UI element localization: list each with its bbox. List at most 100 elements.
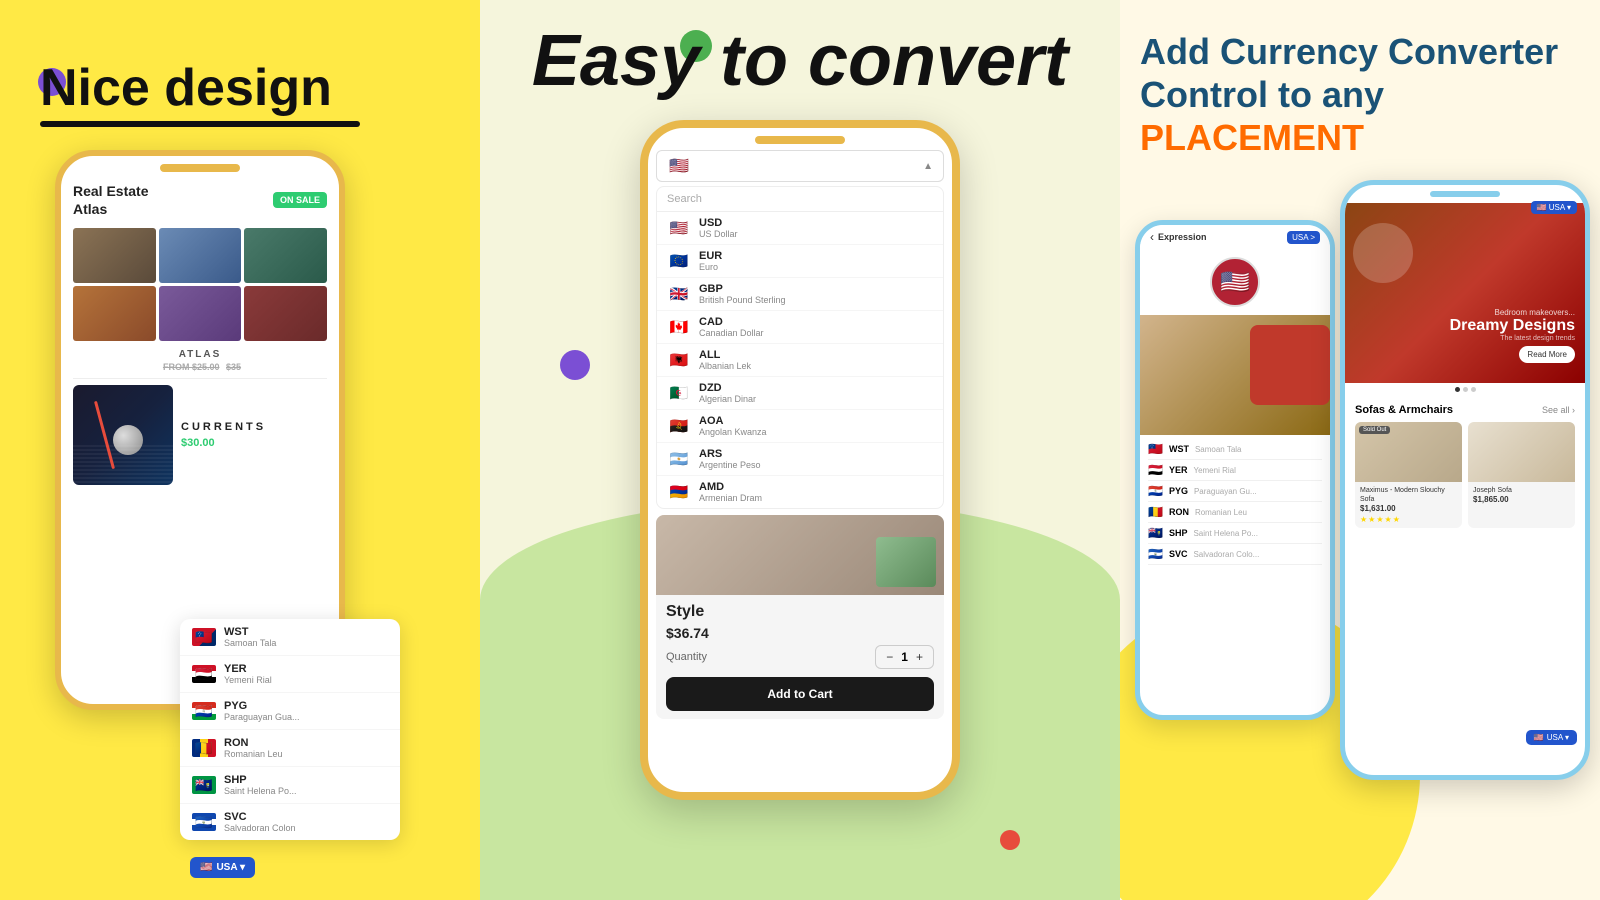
- list-item-cad[interactable]: 🇨🇦 CAD Canadian Dollar: [657, 311, 943, 344]
- album-art-lines: [73, 445, 173, 485]
- quantity-control[interactable]: − 1 +: [875, 645, 934, 669]
- currents-price: $30.00: [181, 437, 215, 449]
- svc-code: SVC: [224, 811, 296, 823]
- list-item-ars[interactable]: 🇦🇷 ARS Argentine Peso: [657, 443, 943, 476]
- atlas-price-old: $35: [226, 362, 241, 372]
- usa-badge-left[interactable]: USA >: [1287, 231, 1320, 244]
- flag-wst-small: 🇼🇸: [1148, 442, 1163, 456]
- list-item-gbp[interactable]: 🇬🇧 GBP British Pound Sterling: [657, 278, 943, 311]
- flag-dzd: 🇩🇿: [667, 384, 691, 402]
- sofas-section: Sofas & Armchairs See all › Sold Out Max…: [1345, 396, 1585, 536]
- shp-info: SHP Saint Helena Po...: [224, 774, 297, 796]
- flag-ars: 🇦🇷: [667, 450, 691, 468]
- pyg-code: PYG: [224, 700, 300, 712]
- back-arrow-icon[interactable]: ‹: [1150, 230, 1154, 244]
- list-item-aoa[interactable]: 🇦🇴 AOA Angolan Kwanza: [657, 410, 943, 443]
- atlas-price-current: FROM $25.00: [163, 362, 220, 372]
- currency-row-yer: 🇾🇪 YER Yemeni Rial: [180, 656, 400, 693]
- search-box[interactable]: Search: [657, 187, 943, 212]
- currents-section: CURRENTS $30.00: [73, 378, 327, 485]
- list-item-all[interactable]: 🇦🇱 ALL Albanian Lek: [657, 344, 943, 377]
- atlas-grid: [73, 228, 327, 341]
- flag-cad: 🇨🇦: [667, 318, 691, 336]
- sofa-card-2: Joseph Sofa $1,865.00: [1468, 422, 1575, 528]
- small-row-wst: 🇼🇸 WST Samoan Tala: [1148, 439, 1322, 460]
- list-item-dzd[interactable]: 🇩🇿 DZD Algerian Dinar: [657, 377, 943, 410]
- phone3-right-notch: [1430, 191, 1500, 197]
- phone2-notch: [755, 136, 845, 144]
- amd-info: AMD Armenian Dram: [699, 481, 762, 503]
- aoa-info: AOA Angolan Kwanza: [699, 415, 767, 437]
- list-item-usd[interactable]: 🇺🇸 USD US Dollar: [657, 212, 943, 245]
- dzd-info: DZD Algerian Dinar: [699, 382, 756, 404]
- currents-price-row: $30.00: [181, 437, 327, 449]
- read-more-button[interactable]: Read More: [1519, 346, 1575, 363]
- code-ron-small: RON: [1169, 507, 1189, 517]
- atlas-price: FROM $25.00 $35: [73, 362, 327, 372]
- dot-1: [1455, 387, 1460, 392]
- usa-button-right-top[interactable]: 🇺🇸 USA ▾: [1531, 201, 1577, 214]
- sold-out-badge: Sold Out: [1359, 426, 1390, 434]
- flag-yer: 🇾🇪: [192, 665, 216, 683]
- sofa-info-1: Maximus - Modern Slouchy Sofa $1,631.00 …: [1355, 482, 1462, 528]
- star-icon: ★: [1376, 515, 1383, 524]
- dreamy-pillow-decoration: [1353, 223, 1413, 283]
- phone1-notch: [160, 164, 240, 172]
- product-detail: Style $36.74 Quantity − 1 + Add to Cart: [656, 595, 944, 719]
- small-row-svc: 🇸🇻 SVC Salvadoran Colo...: [1148, 544, 1322, 565]
- yer-code: YER: [224, 663, 272, 675]
- panel2: Easy to convert 🇺🇸 ▲ Search 🇺🇸 USD US Do…: [480, 0, 1120, 900]
- atlas-cell: [159, 286, 242, 341]
- shp-name: Saint Helena Po...: [224, 786, 297, 796]
- currency-row-svc: 🇸🇻 SVC Salvadoran Colon: [180, 804, 400, 840]
- list-item-amd[interactable]: 🇦🇲 AMD Armenian Dram: [657, 476, 943, 508]
- add-to-cart-button[interactable]: Add to Cart: [666, 677, 934, 711]
- currency-list: Search 🇺🇸 USD US Dollar 🇪🇺 EUR Euro: [656, 186, 944, 509]
- small-row-yer: 🇾🇪 YER Yemeni Rial: [1148, 460, 1322, 481]
- name-ron-small: Romanian Leu: [1195, 508, 1247, 517]
- pyg-name: Paraguayan Gua...: [224, 712, 300, 722]
- currents-label: CURRENTS: [181, 421, 327, 433]
- dreamy-title: Dreamy Designs: [1450, 317, 1575, 335]
- usa-button-bottom[interactable]: 🇺🇸 USA ▾: [1526, 730, 1577, 745]
- panel3-title: Add Currency Converter Control to any PL…: [1140, 30, 1580, 160]
- panel3: Add Currency Converter Control to any PL…: [1120, 0, 1600, 900]
- sofa-price-1: $1,631.00: [1360, 504, 1457, 513]
- sofa-name-1: Maximus - Modern Slouchy Sofa: [1360, 486, 1457, 504]
- dreamy-label: Bedroom makeovers...: [1450, 308, 1575, 317]
- bedroom-pillow: [1250, 325, 1330, 405]
- small-row-shp: 🇸🇭 SHP Saint Helena Po...: [1148, 523, 1322, 544]
- atlas-cell: [244, 286, 327, 341]
- flag-amd: 🇦🇲: [667, 483, 691, 501]
- expression-label: Expression: [1158, 232, 1207, 242]
- currency-selector-header[interactable]: 🇺🇸 ▲: [656, 150, 944, 182]
- name-svc-small: Salvadoran Colo...: [1193, 550, 1259, 559]
- atlas-cell: [159, 228, 242, 283]
- name-wst-small: Samoan Tala: [1195, 445, 1242, 454]
- atlas-title: Real EstateAtlas: [73, 182, 148, 218]
- currency-dropdown1[interactable]: 🇼🇸 WST Samoan Tala 🇾🇪 YER Yemeni Rial 🇵🇾…: [180, 619, 400, 840]
- dreamy-subtitle: The latest design trends: [1450, 335, 1575, 342]
- quantity-increase-button[interactable]: +: [916, 650, 923, 664]
- svc-name: Salvadoran Colon: [224, 823, 296, 833]
- phone3-left-mockup: ‹ Expression USA > 🇺🇸 🇼🇸 WST Samoan Tala…: [1135, 220, 1335, 720]
- all-info: ALL Albanian Lek: [699, 349, 751, 371]
- flag-all: 🇦🇱: [667, 351, 691, 369]
- flag-yer-small: 🇾🇪: [1148, 463, 1163, 477]
- cad-info: CAD Canadian Dollar: [699, 316, 764, 338]
- flag-svc-small: 🇸🇻: [1148, 547, 1163, 561]
- album-art: [73, 385, 173, 485]
- code-wst-small: WST: [1169, 444, 1189, 454]
- flag-pyg: 🇵🇾: [192, 702, 216, 720]
- red-dot-panel2: [1000, 830, 1020, 850]
- list-item-eur[interactable]: 🇪🇺 EUR Euro: [657, 245, 943, 278]
- usa-button-panel1[interactable]: 🇺🇸 USA ▾: [190, 857, 255, 878]
- see-all-link[interactable]: See all ›: [1542, 405, 1575, 415]
- name-pyg-small: Paraguayan Gu...: [1194, 487, 1257, 496]
- code-pyg-small: PYG: [1169, 486, 1188, 496]
- flag-gbp: 🇬🇧: [667, 285, 691, 303]
- quantity-decrease-button[interactable]: −: [886, 650, 893, 664]
- currency-row-pyg: 🇵🇾 PYG Paraguayan Gua...: [180, 693, 400, 730]
- sofa-image-2: [1468, 422, 1575, 482]
- gbp-info: GBP British Pound Sterling: [699, 283, 786, 305]
